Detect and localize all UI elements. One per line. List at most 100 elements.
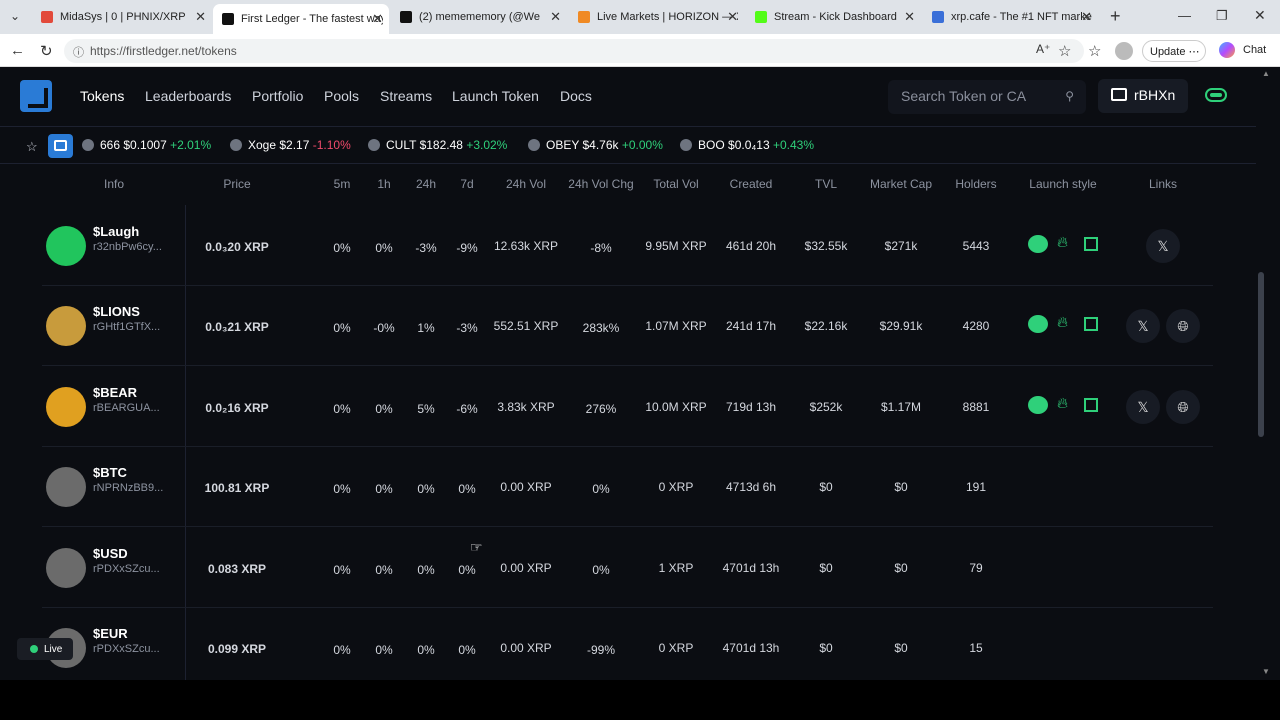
column-header[interactable]: 24h Vol (506, 177, 546, 191)
token-avatar[interactable] (46, 467, 86, 507)
update-button[interactable]: Update ⋯ (1142, 40, 1206, 62)
token-avatar[interactable] (46, 387, 86, 427)
column-header[interactable]: Price (223, 177, 250, 191)
cell-total: 10.0M XRP (645, 400, 707, 414)
browser-tab[interactable]: Live Markets | HORIZON — X ✕ (569, 4, 744, 30)
x-link-button[interactable]: 𝕏 (1126, 309, 1160, 343)
column-header[interactable]: 24h (416, 177, 436, 191)
token-address[interactable]: rGHtf1GTfX... (93, 321, 160, 333)
close-window-icon[interactable]: ✕ (1254, 7, 1266, 24)
new-tab-icon[interactable]: + (1110, 6, 1121, 27)
wallet-button[interactable]: rBHXn (1098, 79, 1188, 113)
tab-close-icon[interactable]: ✕ (727, 9, 738, 25)
scroll-up-icon[interactable]: ▲ (1262, 69, 1270, 78)
token-avatar[interactable] (46, 548, 86, 588)
search-input[interactable]: Search Token or CA ⚲ (888, 80, 1086, 114)
nav-portfolio[interactable]: Portfolio (252, 88, 303, 104)
ticker-change: +2.01% (170, 138, 212, 152)
profile-avatar[interactable] (1115, 42, 1133, 60)
reload-icon[interactable]: ↻ (40, 42, 53, 60)
cell-holders: 15 (969, 641, 983, 655)
tab-close-icon[interactable]: ✕ (904, 9, 915, 25)
browser-tab[interactable]: MidaSys | 0 | PHNIX/XRP ✕ (32, 4, 212, 30)
status-toggle[interactable] (1205, 88, 1227, 102)
table-row[interactable]: $USD rPDXxSZcu... 0.083 XRP 0% 0% 0% 0% 0.00 XR… (42, 528, 1213, 608)
browser-tab[interactable]: First Ledger - The fastest way ✕ (213, 4, 389, 34)
token-name[interactable]: $USD (93, 546, 128, 561)
column-header[interactable]: Market Cap (870, 177, 932, 191)
column-header[interactable]: Created (730, 177, 773, 191)
favorite-star-icon[interactable]: ☆ (1058, 42, 1071, 60)
column-header[interactable]: 7d (460, 177, 473, 191)
nav-pools[interactable]: Pools (324, 88, 359, 104)
token-name[interactable]: $EUR (93, 626, 128, 641)
nav-streams[interactable]: Streams (380, 88, 432, 104)
site-info-icon[interactable]: ⓘ (73, 44, 84, 60)
scroll-down-icon[interactable]: ▼ (1262, 667, 1270, 676)
table-row[interactable]: $BEAR rBEARGUA... 0.0₂16 XRP 0% 0% 5% -6% 3.83k… (42, 367, 1213, 447)
card-icon (54, 140, 67, 151)
column-header[interactable]: Launch style (1029, 177, 1096, 191)
nav-tokens[interactable]: Tokens (80, 88, 124, 104)
table-row[interactable]: $Laugh r32nbPw6cy... 0.0₃20 XRP 0% 0% -3% -9% 1… (42, 206, 1213, 286)
browser-tab[interactable]: Stream - Kick Dashboard ✕ (746, 4, 921, 30)
tab-close-icon[interactable]: ✕ (195, 9, 206, 25)
search-icon[interactable]: ⚲ (1065, 89, 1074, 103)
token-name[interactable]: $LIONS (93, 304, 140, 319)
tab-close-icon[interactable]: ✕ (1081, 9, 1092, 25)
browser-tab[interactable]: (2) memememory (@We ✕ (391, 4, 567, 30)
live-indicator[interactable]: Live (17, 638, 73, 660)
trending-tab[interactable] (48, 134, 73, 158)
ticker-item[interactable]: Xoge $2.17 -1.10% (230, 138, 351, 152)
favorites-icon[interactable]: ☆ (1088, 42, 1101, 60)
nav-leaderboards[interactable]: Leaderboards (145, 88, 231, 104)
column-header[interactable]: 5m (334, 177, 351, 191)
nav-launch-token[interactable]: Launch Token (452, 88, 539, 104)
column-header[interactable]: 1h (377, 177, 390, 191)
table-row[interactable]: $EUR rPDXxSZcu... 0.099 XRP 0% 0% 0% 0% 0.00 XR… (42, 608, 1213, 680)
token-address[interactable]: rBEARGUA... (93, 402, 160, 414)
column-header[interactable]: TVL (815, 177, 837, 191)
copilot-icon[interactable] (1219, 42, 1235, 58)
table-row[interactable]: $BTC rNPRNzBB9... 100.81 XRP 0% 0% 0% 0% 0.00 X… (42, 447, 1213, 527)
token-name[interactable]: $BEAR (93, 385, 137, 400)
ticker-item[interactable]: BOO $0.0₄13 +0.43% (680, 138, 814, 152)
bonding-curve-icon (1028, 396, 1048, 414)
browser-tab[interactable]: xrp.cafe - The #1 NFT market ✕ (923, 4, 1098, 30)
tab-close-icon[interactable]: ✕ (372, 11, 383, 27)
watchlist-star-icon[interactable]: ☆ (26, 139, 38, 155)
x-link-button[interactable]: 𝕏 (1146, 229, 1180, 263)
website-link-button[interactable]: 🌐︎ (1166, 309, 1200, 343)
table-row[interactable]: $LIONS rGHtf1GTfX... 0.0₃21 XRP 0% -0% 1% -3% 5… (42, 286, 1213, 366)
tab-close-icon[interactable]: ✕ (550, 9, 561, 25)
column-header[interactable]: Links (1149, 177, 1177, 191)
token-address[interactable]: rPDXxSZcu... (93, 643, 160, 655)
read-aloud-icon[interactable]: A⁺ (1036, 42, 1050, 56)
x-link-button[interactable]: 𝕏 (1126, 390, 1160, 424)
token-address[interactable]: rNPRNzBB9... (93, 482, 163, 494)
column-header[interactable]: Total Vol (653, 177, 698, 191)
ticker-item[interactable]: 666 $0.1007 +2.01% (82, 138, 211, 152)
ticker-item[interactable]: OBEY $4.76k +0.00% (528, 138, 663, 152)
taskbar-area (0, 680, 1280, 720)
column-header[interactable]: Info (104, 177, 124, 191)
tab-list-icon[interactable]: ⌄ (10, 9, 20, 23)
ticker-item[interactable]: CULT $182.48 +3.02% (368, 138, 507, 152)
token-name[interactable]: $Laugh (93, 224, 139, 239)
scrollbar-thumb[interactable] (1258, 272, 1264, 437)
token-name[interactable]: $BTC (93, 465, 127, 480)
url-field[interactable]: ⓘ https://firstledger.net/tokens (64, 39, 1084, 63)
column-header[interactable]: Holders (955, 177, 996, 191)
first-ledger-logo[interactable] (20, 80, 52, 112)
website-link-button[interactable]: 🌐︎ (1166, 390, 1200, 424)
back-icon[interactable]: ← (10, 42, 25, 59)
chat-label[interactable]: Chat (1243, 44, 1266, 56)
token-avatar[interactable] (46, 306, 86, 346)
minimize-icon[interactable]: — (1178, 8, 1191, 23)
token-avatar[interactable] (46, 226, 86, 266)
nav-docs[interactable]: Docs (560, 88, 592, 104)
column-header[interactable]: 24h Vol Chg (568, 177, 633, 191)
token-address[interactable]: r32nbPw6cy... (93, 241, 162, 253)
restore-icon[interactable]: ❐ (1216, 8, 1228, 24)
token-address[interactable]: rPDXxSZcu... (93, 563, 160, 575)
